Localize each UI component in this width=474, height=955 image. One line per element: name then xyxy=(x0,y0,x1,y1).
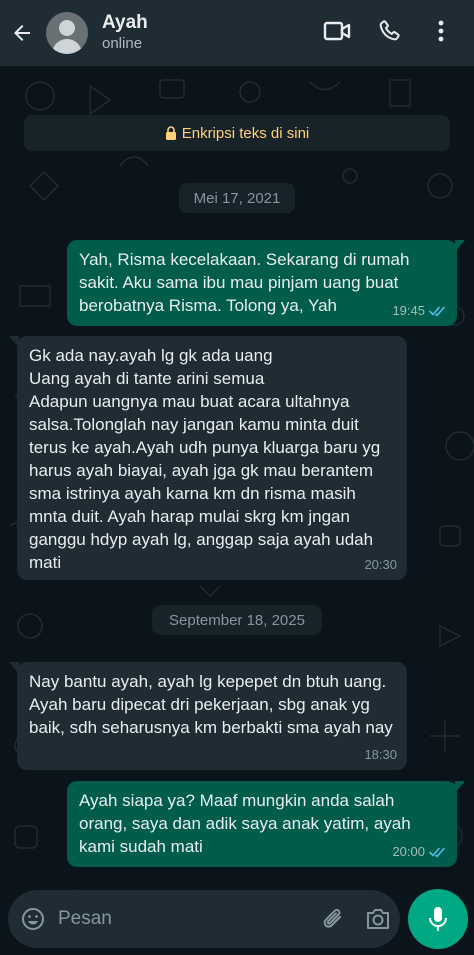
message-composer xyxy=(8,890,400,948)
encryption-notice[interactable]: Enkripsi teks di sini xyxy=(24,115,450,151)
voice-call-button[interactable] xyxy=(366,8,412,54)
more-options-button[interactable] xyxy=(418,8,464,54)
video-call-icon xyxy=(323,21,351,41)
contact-status: online xyxy=(102,35,143,52)
message-time: 20:00 xyxy=(392,844,425,859)
message-time: 18:30 xyxy=(364,747,397,762)
read-receipt-icon xyxy=(429,306,445,317)
bubble-tail xyxy=(9,662,19,674)
more-options-icon xyxy=(438,20,444,42)
date-chip-label: September 18, 2025 xyxy=(169,611,305,629)
bubble-tail xyxy=(455,240,465,252)
read-receipt-icon xyxy=(429,847,445,858)
date-chip: Mei 17, 2021 xyxy=(179,183,295,213)
outgoing-message[interactable]: Ayah siapa ya? Maaf mungkin anda salah o… xyxy=(67,781,465,867)
lock-icon xyxy=(165,126,176,140)
message-text: Ayah siapa ya? Maaf mungkin anda salah o… xyxy=(79,791,411,856)
back-arrow-icon xyxy=(14,25,30,41)
encryption-notice-text: Enkripsi teks di sini xyxy=(181,124,310,142)
incoming-message[interactable]: Nay bantu ayah, ayah lg kepepet dn btuh … xyxy=(9,662,407,770)
video-call-button[interactable] xyxy=(314,8,360,54)
contact-info[interactable]: Ayah online xyxy=(102,12,148,54)
message-text: Nay bantu ayah, ayah lg kepepet dn btuh … xyxy=(29,672,393,737)
chat-header: Ayah online xyxy=(0,0,474,66)
chat-area[interactable]: Enkripsi teks di sini Mei 17, 2021 Yah, … xyxy=(0,66,474,955)
attach-button[interactable] xyxy=(312,890,356,948)
message-input[interactable] xyxy=(58,899,312,939)
outgoing-message[interactable]: Yah, Risma kecelakaan. Sekarang di rumah… xyxy=(67,240,465,326)
emoji-icon xyxy=(22,908,44,930)
camera-button[interactable] xyxy=(356,890,400,948)
date-chip: September 18, 2025 xyxy=(152,605,322,635)
voice-message-button[interactable] xyxy=(408,889,468,949)
bubble-tail xyxy=(9,336,19,348)
message-time: 19:45 xyxy=(392,303,425,318)
contact-name: Ayah xyxy=(102,12,148,33)
message-time: 20:30 xyxy=(364,557,397,572)
incoming-message[interactable]: Gk ada nay.ayah lg gk ada uang Uang ayah… xyxy=(9,336,407,580)
attach-icon xyxy=(323,909,341,928)
back-button[interactable] xyxy=(2,5,42,61)
bubble-tail xyxy=(455,781,465,793)
message-text: Yah, Risma kecelakaan. Sekarang di rumah… xyxy=(79,250,410,315)
camera-icon xyxy=(367,909,389,929)
contact-avatar[interactable] xyxy=(46,12,88,54)
emoji-button[interactable] xyxy=(8,890,58,948)
message-text: Gk ada nay.ayah lg gk ada uang Uang ayah… xyxy=(29,346,381,572)
date-chip-label: Mei 17, 2021 xyxy=(193,189,281,207)
mic-icon xyxy=(429,907,447,931)
voice-call-icon xyxy=(379,20,400,41)
